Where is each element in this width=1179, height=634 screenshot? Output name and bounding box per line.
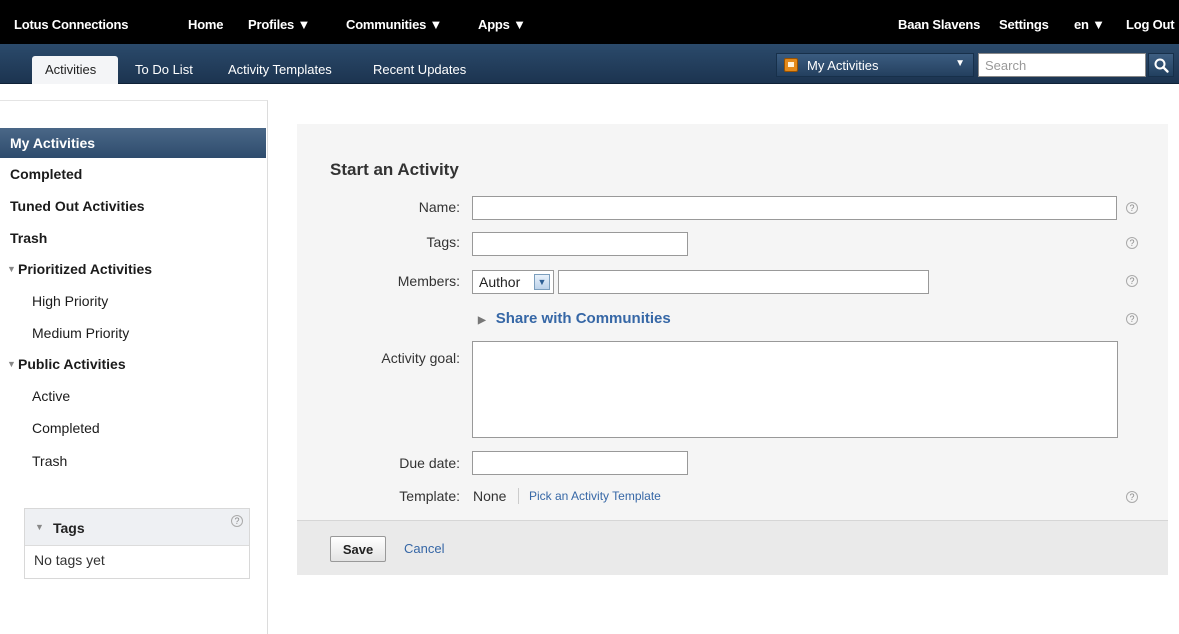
nav-profiles[interactable]: Profiles ▼: [248, 17, 310, 32]
tab-activity-templates[interactable]: Activity Templates: [216, 56, 344, 84]
sidebar-item-public-active[interactable]: Active: [0, 381, 266, 411]
user-name-link[interactable]: Baan Slavens: [898, 17, 980, 32]
sidebar-item-label: Prioritized Activities: [18, 261, 153, 277]
sidebar-item-trash[interactable]: Trash: [0, 223, 266, 253]
sidebar-item-high-priority[interactable]: High Priority: [0, 286, 266, 316]
settings-link[interactable]: Settings: [999, 17, 1049, 32]
due-date-input[interactable]: [472, 451, 688, 475]
collapse-triangle-icon: ▼: [7, 264, 16, 274]
help-icon[interactable]: ?: [1126, 202, 1138, 214]
chevron-down-icon: ▼: [534, 274, 550, 290]
search-button[interactable]: [1148, 53, 1174, 77]
sidebar-item-my-activities[interactable]: My Activities: [0, 128, 266, 158]
help-icon[interactable]: ?: [1126, 491, 1138, 503]
page-title: Start an Activity: [330, 160, 459, 179]
sidebar-item-label: Public Activities: [18, 356, 126, 372]
pick-template-link[interactable]: Pick an Activity Template: [529, 489, 661, 503]
name-input[interactable]: [472, 196, 1117, 220]
search-icon: [1154, 58, 1169, 73]
members-input[interactable]: [558, 270, 929, 294]
sidebar-item-tuned-out[interactable]: Tuned Out Activities: [0, 191, 266, 221]
brand-logo[interactable]: Lotus Connections: [14, 17, 129, 32]
sidebar-item-label: Trash: [32, 453, 68, 469]
help-icon[interactable]: ?: [1126, 237, 1138, 249]
search-input[interactable]: [978, 53, 1146, 77]
chevron-down-icon: ▼: [955, 58, 965, 69]
member-role-value: Author: [479, 274, 521, 290]
collapse-triangle-icon: ▼: [35, 522, 44, 532]
sidebar-section-prioritized[interactable]: ▼ Prioritized Activities: [0, 254, 266, 284]
briefcase-icon: [784, 58, 798, 72]
tags-widget-header[interactable]: ▼ Tags ?: [25, 509, 249, 546]
sidebar-item-label: Completed: [32, 420, 100, 436]
share-link-label: Share with Communities: [495, 310, 671, 327]
language-menu[interactable]: en ▼: [1074, 17, 1105, 32]
top-bar: Lotus Connections Home Profiles ▼ Commun…: [0, 0, 1179, 44]
activity-goal-textarea[interactable]: [472, 341, 1118, 438]
expand-triangle-icon: ▶: [478, 315, 486, 326]
nav-apps[interactable]: Apps ▼: [478, 17, 526, 32]
collapse-triangle-icon: ▼: [7, 359, 16, 369]
sidebar-item-medium-priority[interactable]: Medium Priority: [0, 318, 266, 348]
logout-link[interactable]: Log Out: [1126, 17, 1175, 32]
template-value: None: [473, 488, 507, 504]
nav-home[interactable]: Home: [188, 17, 224, 32]
sidebar-item-label: Completed: [10, 166, 83, 182]
sidebar-item-label: High Priority: [32, 293, 109, 309]
sidebar-item-label: Tuned Out Activities: [10, 198, 145, 214]
sidebar-item-label: My Activities: [10, 135, 96, 151]
sidebar-section-public[interactable]: ▼ Public Activities: [0, 349, 266, 379]
save-button[interactable]: Save: [330, 536, 386, 562]
tab-todo-list[interactable]: To Do List: [123, 56, 205, 84]
activities-scope-select[interactable]: My Activities ▼: [776, 53, 974, 77]
due-date-label: Due date:: [399, 455, 460, 471]
cancel-link[interactable]: Cancel: [404, 541, 444, 556]
help-icon[interactable]: ?: [1126, 275, 1138, 287]
nav-communities[interactable]: Communities ▼: [346, 17, 442, 32]
scope-select-label: My Activities: [807, 58, 879, 73]
tab-recent-updates[interactable]: Recent Updates: [361, 56, 478, 84]
member-role-select[interactable]: Author ▼: [472, 270, 554, 294]
tags-empty-text: No tags yet: [34, 552, 105, 568]
sidebar-item-label: Medium Priority: [32, 325, 130, 341]
divider: [518, 488, 519, 504]
tags-input[interactable]: [472, 232, 688, 256]
sidebar-item-public-trash[interactable]: Trash: [0, 446, 266, 476]
tab-activities[interactable]: Activities: [32, 56, 118, 84]
help-icon[interactable]: ?: [231, 515, 243, 527]
tags-widget: ▼ Tags ? No tags yet: [24, 508, 250, 579]
template-label: Template:: [399, 488, 460, 504]
sidebar-item-public-completed[interactable]: Completed: [0, 413, 266, 443]
help-icon[interactable]: ?: [1126, 313, 1138, 325]
members-label: Members:: [397, 273, 460, 289]
tags-widget-title: Tags: [53, 520, 85, 536]
share-with-communities-link[interactable]: ▶ Share with Communities: [478, 310, 671, 327]
name-label: Name:: [418, 199, 460, 215]
sidebar-item-label: Active: [32, 388, 71, 404]
sidebar-item-completed[interactable]: Completed: [0, 159, 266, 189]
sidebar-item-label: Trash: [10, 230, 48, 246]
tags-label: Tags:: [426, 234, 460, 250]
activity-goal-label: Activity goal:: [381, 350, 460, 366]
